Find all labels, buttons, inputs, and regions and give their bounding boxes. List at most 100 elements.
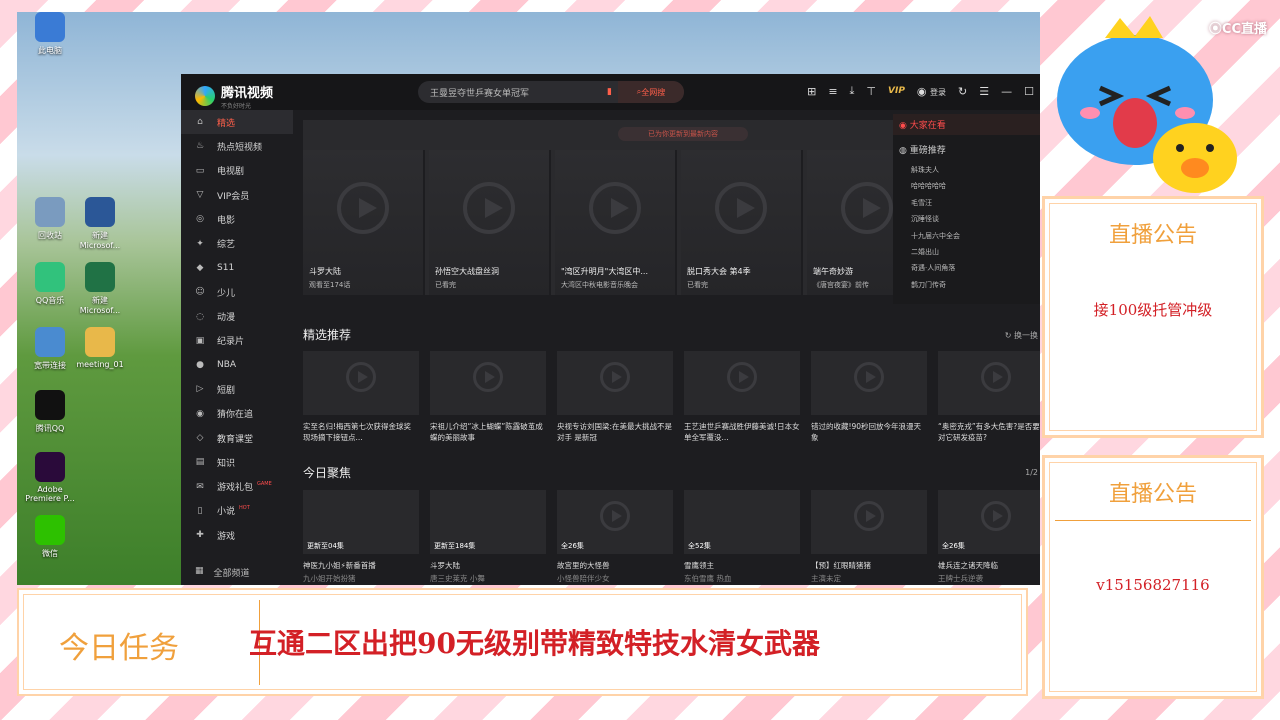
refresh-more-button[interactable]: ↻ 换一换 — [1005, 330, 1038, 341]
play-icon — [981, 500, 1011, 531]
sidebar-item[interactable]: ▷ 短剧 — [181, 377, 293, 401]
search-button[interactable]: ⌕ 全网搜 — [618, 81, 684, 103]
sidebar-item[interactable]: ✚ 游戏 — [181, 523, 293, 547]
vip-button[interactable]: VIP — [888, 86, 905, 96]
app-logo[interactable]: 腾讯视频 不负好时光 — [195, 82, 273, 110]
card-caption: 宋祖儿介绍“冰上蝴蝶”陈露破茧成蝶的美丽故事 — [430, 422, 543, 442]
computer-icon — [35, 12, 65, 42]
desktop-icon[interactable]: 此电脑 — [23, 12, 77, 56]
recommend-card[interactable]: 实至名归!梅西第七次获得金球奖 现场摘下接钮点... — [303, 351, 419, 443]
film-icon: ◎ — [196, 214, 204, 225]
grid-icon: ▦ — [195, 566, 204, 576]
desktop-icon[interactable]: 新建 Microsof... — [73, 262, 127, 315]
focus-card[interactable]: 更新至184集 斗罗大陆 唐三史莱克 小舞 — [430, 490, 546, 584]
menu-icon[interactable]: ☰ — [979, 85, 989, 98]
novel-icon: ▯ — [197, 505, 203, 516]
card-subtitle: 九小姐开始扮猪 — [303, 574, 356, 583]
sidebar-item[interactable]: ◆ S11 — [181, 256, 293, 280]
sidebar-item[interactable]: ▭ 电视剧 — [181, 159, 293, 183]
sidebar-item[interactable]: ✉ 游戏礼包 GAME — [181, 474, 293, 498]
refresh-icon[interactable]: ↻ — [958, 85, 967, 98]
hot-list-item[interactable]: 哈哈哈哈哈 — [893, 178, 1040, 194]
hot-list-item[interactable]: 奇遇·人间角落 — [893, 260, 1040, 276]
download-icon[interactable]: ⤓ — [850, 84, 855, 98]
card-caption: 雪鹰领主 — [684, 561, 714, 570]
banner-card[interactable]: 斗罗大陆 观看至174话 — [303, 150, 425, 295]
hot-list-item[interactable]: 沉睡怪谈 — [893, 211, 1040, 227]
sidebar-item[interactable]: ⌂ 精选 — [181, 110, 293, 135]
hot-list-item[interactable]: 毛雪汪 — [893, 195, 1040, 211]
update-tag: 已为你更新到最新内容 — [618, 127, 748, 141]
desktop-icon[interactable]: 回收站 — [23, 197, 77, 241]
desktop-icon[interactable]: meeting_01 — [73, 327, 127, 369]
sidebar-item[interactable]: ◇ 教育课堂 — [181, 426, 293, 450]
focus-card[interactable]: 全26集 故宫里的大怪兽 小怪兽陪伴少女 — [557, 490, 673, 584]
recommend-card[interactable]: 错过的收藏!90秒回放今年浪漫天象 — [811, 351, 927, 443]
focus-card[interactable]: 【预】红眼睛猪猪 主演未定 — [811, 490, 927, 584]
recommend-card[interactable]: 王艺迪世乒赛战胜伊藤美诚!日本女单全军覆没... — [684, 351, 800, 443]
sidebar-item[interactable]: ♨ 热点短视频 — [181, 134, 293, 158]
banner-carousel: 已为你更新到最新内容 › 斗罗大陆观看至174话孙悟空大战盘丝洞已看完"湾区升明… — [303, 120, 929, 295]
desktop-icon[interactable]: 新建 Microsof... — [73, 197, 127, 250]
hot-subtitle[interactable]: ◍ 重磅推荐 — [893, 135, 1040, 162]
all-channels-button[interactable]: ▦ 全部频道 — [195, 566, 250, 579]
desktop-icon[interactable]: 腾讯QQ — [23, 390, 77, 434]
notice-panel-2: 直播公告 v15156827116 — [1042, 455, 1264, 699]
desktop-icon[interactable]: QQ音乐 — [23, 262, 77, 306]
search-input[interactable]: 王曼昱夺世乒赛女单冠军 — [418, 86, 607, 99]
focus-card[interactable]: 全52集 雪鹰领主 东伯雪鹰 热血 — [684, 490, 800, 584]
desktop-icon-label: 新建 Microsof... — [79, 231, 121, 250]
hot-title[interactable]: ◉ 大家在看 — [893, 114, 1040, 135]
word-doc-icon — [85, 197, 115, 227]
sidebar-item[interactable]: ◉ 猜你在追 — [181, 402, 293, 426]
desktop-icon[interactable]: Adobe Premiere P... — [23, 452, 77, 503]
upload-icon[interactable]: ⊞ — [807, 85, 816, 98]
sidebar-item[interactable]: ▣ 纪录片 — [181, 329, 293, 353]
hot-list-item[interactable]: 十九届六中全会 — [893, 228, 1040, 244]
task-text: 互通二区出把90无级别带精致特技水清女武器 — [249, 627, 820, 660]
sidebar-item[interactable]: ◌ 动漫 — [181, 304, 293, 328]
skin-icon[interactable]: ⊤ — [866, 85, 876, 98]
sidebar-item[interactable]: ▤ 知识 — [181, 450, 293, 474]
task-label: 今日任务 — [59, 631, 179, 666]
desktop-icon[interactable]: 微信 — [23, 515, 77, 559]
card-subtitle: 东伯雪鹰 热血 — [684, 574, 732, 583]
hot-list-item[interactable]: 二婚出山 — [893, 244, 1040, 260]
sidebar-item[interactable]: ☺ 少儿 — [181, 280, 293, 304]
sidebar-item[interactable]: ● NBA — [181, 353, 293, 377]
sidebar-item[interactable]: ▯ 小说 HOT — [181, 499, 293, 523]
banner-card[interactable]: 孙悟空大战盘丝洞 已看完 — [429, 150, 551, 295]
recommend-card[interactable]: 央视专访刘国梁:在美最大挑战不是对手 是新冠 — [557, 351, 673, 443]
page-indicator: 1/2 — [1025, 468, 1038, 477]
recommend-card[interactable]: 宋祖儿介绍“冰上蝴蝶”陈露破茧成蝶的美丽故事 — [430, 351, 546, 443]
maximize-icon[interactable]: ☐ — [1024, 85, 1034, 98]
banner-card[interactable]: "湾区升明月"大湾区中... 大湾区中秋电影音乐晚会 — [555, 150, 677, 295]
play-icon — [589, 182, 641, 234]
card-thumbnail: 全26集 — [938, 490, 1040, 554]
hot-list-item[interactable]: 斛珠夫人 — [893, 162, 1040, 178]
desktop-icon-label: 宽带连接 — [34, 361, 66, 370]
sidebar-item[interactable]: ▽ VIP会员 — [181, 183, 293, 207]
card-subtitle: 王牌士兵逆袭 — [938, 574, 983, 583]
desktop-icon[interactable]: 宽带连接 — [23, 327, 77, 371]
sidebar-item-label: 精选 — [217, 118, 236, 129]
desktop-icon-label: 新建 Microsof... — [79, 296, 121, 315]
card-thumbnail — [811, 351, 927, 415]
sidebar-item[interactable]: ✦ 综艺 — [181, 231, 293, 255]
gift-icon: ✉ — [196, 481, 204, 492]
recommend-card[interactable]: “奥密克戎”有多大危害?是否要针对它研发疫苗? — [938, 351, 1040, 443]
sidebar-item-label: 猜你在追 — [217, 410, 254, 421]
banner-card-title: "湾区升明月"大湾区中... — [561, 267, 648, 276]
edu-icon: ◇ — [196, 433, 204, 443]
sidebar-item[interactable]: ◎ 电影 — [181, 207, 293, 231]
login-button[interactable]: ◉ 登录 — [917, 85, 946, 98]
minimize-icon[interactable]: — — [1001, 85, 1012, 98]
history-icon[interactable]: ≡ — [828, 85, 837, 98]
banner-card-subtitle: 大湾区中秋电影音乐晚会 — [561, 281, 638, 289]
hot-list-item[interactable]: 鹊刀门传奇 — [893, 277, 1040, 293]
banner-card-title: 斗罗大陆 — [309, 267, 341, 276]
focus-card[interactable]: 更新至04集 神医九小姐⚡新番首播 九小姐开始扮猪 — [303, 490, 419, 584]
focus-card[interactable]: 全26集 雄兵连之诸天降临 王牌士兵逆袭 — [938, 490, 1040, 584]
card-caption: 【预】红眼睛猪猪 — [811, 561, 871, 570]
banner-card[interactable]: 脱口秀大会 第4季 已看完 — [681, 150, 803, 295]
